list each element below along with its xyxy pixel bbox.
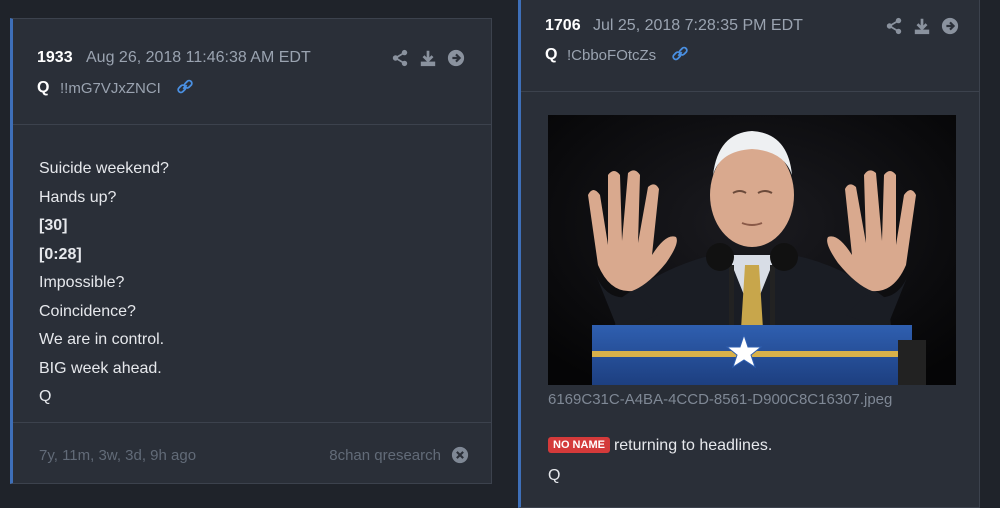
post-card-1933: 1933 Aug 26, 2018 11:46:38 AM EDT Q !!mG… — [10, 18, 492, 484]
post-author: Q — [545, 46, 558, 63]
post-body: Suicide weekend? Hands up? [30] [0:28] I… — [39, 155, 169, 412]
post-author: Q — [37, 79, 50, 96]
post-age: 7y, 11m, 3w, 3d, 9h ago — [39, 447, 197, 464]
post-message: NO NAME returning to headlines. — [548, 437, 772, 455]
post-image[interactable] — [548, 115, 956, 385]
post-line: [0:28] — [39, 245, 82, 263]
post-date: Aug 26, 2018 11:46:38 AM EDT — [86, 49, 311, 66]
post-line: We are in control. — [39, 331, 165, 348]
close-circle-icon[interactable] — [451, 446, 469, 464]
post-line: Q — [39, 388, 52, 405]
post-actions — [391, 49, 465, 67]
post-line: BIG week ahead. — [39, 359, 162, 377]
post-tripcode: !CbboFOtcZs — [567, 47, 657, 64]
post-actions — [885, 17, 959, 35]
share-icon[interactable] — [885, 17, 903, 35]
share-icon[interactable] — [391, 49, 409, 67]
image-filename[interactable]: 6169C31C-A4BA-4CCD-8561-D900C8C16307.jpe… — [548, 391, 892, 408]
download-icon[interactable] — [419, 49, 437, 67]
post-date: Jul 25, 2018 7:28:35 PM EDT — [593, 17, 803, 34]
post-header: 1933 Aug 26, 2018 11:46:38 AM EDT Q !!mG… — [13, 19, 491, 125]
post-number[interactable]: 1933 — [37, 49, 73, 67]
link-icon[interactable] — [671, 45, 689, 63]
post-tripcode: !!mG7VJxZNCI — [60, 80, 161, 97]
download-icon[interactable] — [913, 17, 931, 35]
post-number[interactable]: 1706 — [545, 17, 581, 35]
post-signature: Q — [548, 467, 561, 484]
post-header: 1706 Jul 25, 2018 7:28:35 PM EDT Q !Cbbo… — [521, 0, 979, 92]
post-footer: 7y, 11m, 3w, 3d, 9h ago 8chan qresearch — [13, 422, 491, 483]
post-line: Impossible? — [39, 274, 125, 291]
post-board[interactable]: 8chan qresearch — [329, 447, 441, 464]
post-line: Suicide weekend? — [39, 160, 169, 177]
message-text: returning to headlines. — [613, 437, 773, 454]
post-line: [30] — [39, 217, 68, 234]
no-name-badge: NO NAME — [548, 437, 610, 453]
photo-illustration — [548, 115, 956, 385]
arrow-right-circle-icon[interactable] — [941, 17, 959, 35]
post-line: Hands up? — [39, 188, 117, 206]
link-icon[interactable] — [176, 78, 194, 96]
post-card-1706: 1706 Jul 25, 2018 7:28:35 PM EDT Q !Cbbo… — [518, 0, 980, 508]
arrow-right-circle-icon[interactable] — [447, 49, 465, 67]
post-line: Coincidence? — [39, 302, 136, 320]
